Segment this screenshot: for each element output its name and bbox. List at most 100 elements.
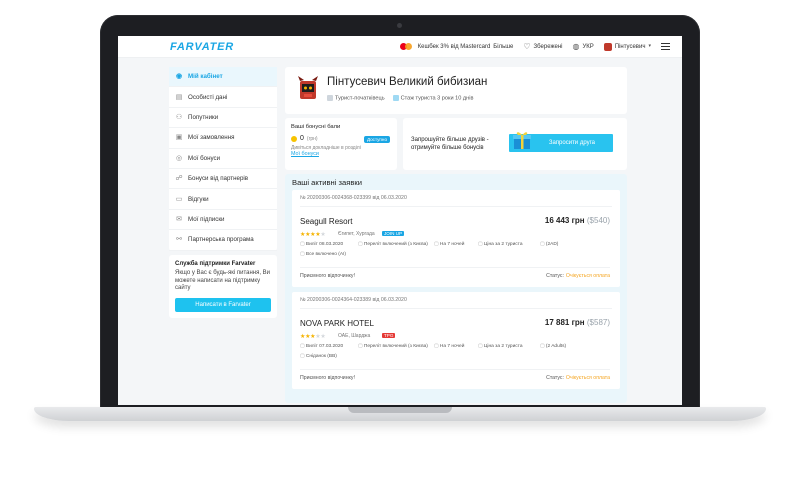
status-badge: Доступно (363, 136, 390, 143)
guests: (2 Adults) (540, 344, 580, 349)
sidebar-item-label: Бонуси від партнерів (188, 175, 249, 183)
sidebar-item-partner-bonuses[interactable]: ☍ Бонуси від партнерів (169, 169, 277, 190)
language-label: УКР (582, 43, 594, 50)
departure-date: Виліт 07.03.2020 (300, 344, 358, 349)
invite-text: Запрошуйте більше друзів - отримуйте біл… (411, 137, 489, 151)
tourists: Ціна за 2 туриста (478, 344, 540, 349)
booking-footer: Приємного відпочинку! Статус: Очікується … (300, 267, 610, 279)
cashback-text: Кешбек 3% від Mastercard (417, 43, 491, 50)
saved-link[interactable]: ♡ Збережені (523, 41, 563, 51)
coin-icon: ◎ (175, 154, 183, 162)
bonus-title: Ваші бонусні бали (291, 124, 341, 130)
sidebar-item-label: Відгуки (188, 195, 209, 203)
booking-card[interactable]: № 20200306-0024364-023389 від 06.03.2020… (292, 292, 620, 389)
language-switch[interactable]: ◍ УКР (572, 42, 594, 51)
flight-info: Переліт включений (з Києва) (358, 344, 434, 349)
screen: FARVATER Кешбек 3% від Mastercard Більше… (118, 36, 682, 405)
chevron-down-icon: ▾ (648, 43, 651, 49)
mail-icon: ✉ (176, 215, 182, 223)
cashback-promo[interactable]: Кешбек 3% від Mastercard Більше (399, 43, 513, 50)
badge-icon (327, 95, 333, 101)
bonus-card: Ваші бонусні бали Доступно 0 (грн) Дивіт… (285, 118, 397, 170)
sidebar-item-subscriptions[interactable]: ✉ Мої підписки (169, 210, 277, 231)
sidebar-item-label: Мої підписки (188, 215, 225, 223)
guests: (2AD) (540, 242, 580, 247)
booking-price: 16 443 грн ($540) (544, 216, 610, 225)
sidebar: ◉ Мій кабінет ▤ Особисті дані ⚇ Попутник… (169, 67, 277, 251)
hotel-name[interactable]: NOVA PARK HOTEL (300, 319, 374, 328)
sidebar-item-personal-data[interactable]: ▤ Особисті дані (169, 87, 277, 108)
sidebar-item-companions[interactable]: ⚇ Попутники (169, 108, 277, 129)
meal-plan: Все включено (AI) (300, 252, 358, 257)
sidebar-item-orders[interactable]: ▣ Мої замовлення (169, 128, 277, 149)
booking-status: Статус: Очікується оплата (546, 375, 610, 381)
nights: На 7 ночей (434, 242, 478, 247)
page-title: Пінтусевич Великий бибизиан (327, 76, 488, 88)
handshake-icon: ☍ (175, 175, 183, 183)
avatar (603, 42, 612, 51)
webcam (397, 23, 402, 28)
write-support-button[interactable]: Написати в Farvater (175, 297, 271, 312)
my-bonuses-link[interactable]: Мої бонуси (291, 151, 391, 157)
operator-logo: TPG (382, 333, 396, 338)
hotel-location: ОАЕ, Шарджа (338, 333, 371, 339)
laptop-notch (348, 407, 452, 413)
booking-details: Виліт 07.03.2020 Переліт включений (з Ки… (300, 344, 610, 359)
active-bookings: Ваші активні заявки № 20200306-0024368-0… (285, 174, 627, 403)
hotel-name[interactable]: Seagull Resort (300, 217, 352, 226)
booking-footer-text: Приємного відпочинку! (300, 375, 355, 381)
bag-icon: ▣ (175, 134, 183, 142)
gift-icon (513, 132, 531, 149)
tourist-experience: Стаж туриста 3 роки 10 днів (392, 95, 473, 101)
sidebar-item-label: Попутники (188, 113, 219, 121)
saved-label: Збережені (533, 43, 563, 50)
page-content: ◉ Мій кабінет ▤ Особисті дані ⚇ Попутник… (118, 58, 682, 405)
sidebar-item-cabinet[interactable]: ◉ Мій кабінет (169, 67, 277, 88)
hotel-location: Єгипет, Хургада (338, 231, 375, 237)
profile-card: Пінтусевич Великий бибизиан Турист-почат… (285, 67, 627, 114)
booking-number: № 20200306-0024364-023389 від 06.03.2020 (300, 297, 612, 309)
user-menu[interactable]: Пінтусевич ▾ (603, 42, 651, 51)
sidebar-item-label: Мої бонуси (188, 154, 221, 162)
sidebar-item-label: Особисті дані (188, 93, 228, 101)
flight-info: Переліт включений (з Києва) (358, 242, 434, 247)
top-header: FARVATER Кешбек 3% від Mastercard Більше… (118, 36, 682, 58)
sidebar-item-reviews[interactable]: ▭ Відгуки (169, 189, 277, 210)
booking-number: № 20200306-0024368-023399 від 06.03.2020 (300, 195, 612, 207)
heart-icon: ♡ (523, 41, 531, 51)
avatar (298, 76, 318, 99)
logo[interactable]: FARVATER (170, 41, 234, 53)
user-name: Пінтусевич (614, 43, 646, 50)
tourists: Ціна за 2 туриста (478, 242, 540, 247)
star-rating: ★★★★★ (300, 232, 326, 238)
support-title: Служба підтримки Farvater (175, 261, 256, 267)
home-icon: ◉ (175, 73, 183, 81)
sidebar-item-bonuses[interactable]: ◎ Мої бонуси (169, 149, 277, 169)
partner-icon: ⚯ (176, 236, 182, 244)
mastercard-icon (399, 43, 412, 50)
profile-meta: Турист-початківець Стаж туриста 3 роки 1… (327, 95, 473, 101)
bonus-row: Ваші бонусні бали Доступно 0 (грн) Дивіт… (285, 118, 627, 170)
bookings-heading: Ваші активні заявки (292, 178, 362, 187)
booking-card[interactable]: № 20200306-0024368-023399 від 06.03.2020… (292, 190, 620, 287)
invite-card: Запрошуйте більше друзів - отримуйте біл… (403, 118, 627, 170)
header-actions: Кешбек 3% від Mastercard Більше ♡ Збереж… (399, 41, 670, 51)
booking-status: Статус: Очікується оплата (546, 273, 610, 279)
operator-logo: JOIN UP (382, 231, 405, 236)
sidebar-item-partner-program[interactable]: ⚯ Партнерська програма (169, 230, 277, 251)
nights: На 7 ночей (434, 344, 478, 349)
doc-icon: ▤ (175, 93, 183, 101)
main-panel: Пінтусевич Великий бибизиан Турист-почат… (285, 67, 627, 403)
cashback-more-link[interactable]: Більше (493, 44, 513, 50)
calendar-icon (392, 95, 399, 101)
booking-footer: Приємного відпочинку! Статус: Очікується … (300, 369, 610, 381)
menu-icon[interactable] (661, 43, 670, 50)
sidebar-item-label: Мої замовлення (188, 134, 235, 142)
users-icon: ⚇ (175, 113, 183, 121)
chat-icon: ▭ (175, 195, 183, 203)
support-box: Служба підтримки Farvater Якщо у Вас є б… (169, 255, 277, 318)
booking-price: 17 881 грн ($587) (544, 318, 610, 327)
tourist-status: Турист-початківець (327, 95, 385, 101)
sidebar-item-label: Партнерська програма (188, 236, 254, 244)
laptop-mockup: FARVATER Кешбек 3% від Mastercard Більше… (0, 0, 800, 479)
